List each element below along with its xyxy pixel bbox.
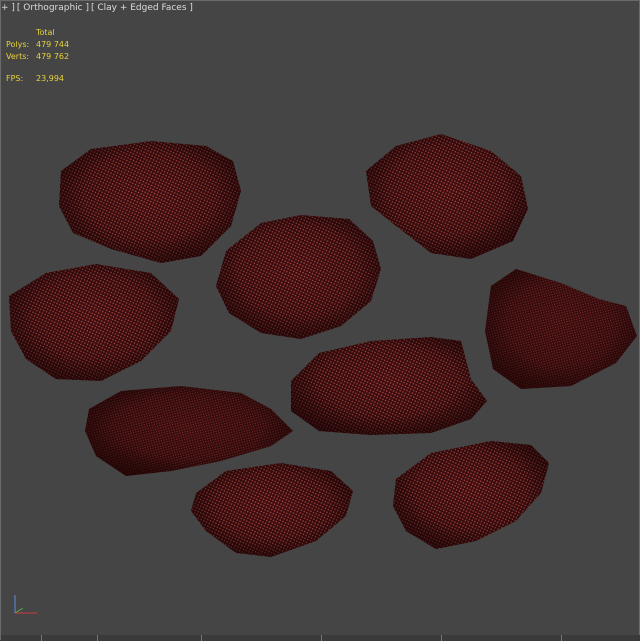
rock-4[interactable] [9, 264, 179, 381]
viewport[interactable]: + ] [ Orthographic ] [ Clay + Edged Face… [0, 0, 640, 641]
rock-6[interactable] [291, 337, 487, 435]
axis-tripod-icon [14, 595, 37, 614]
rock-2[interactable] [366, 134, 528, 259]
rock-8[interactable] [191, 463, 353, 557]
rock-1[interactable] [59, 141, 241, 263]
rock-9[interactable] [393, 441, 549, 549]
rock-5[interactable] [485, 269, 637, 389]
rock-3[interactable] [216, 215, 381, 339]
scene-canvas[interactable] [1, 1, 640, 641]
rock-7[interactable] [85, 386, 293, 476]
timeline-strip[interactable] [1, 635, 640, 641]
